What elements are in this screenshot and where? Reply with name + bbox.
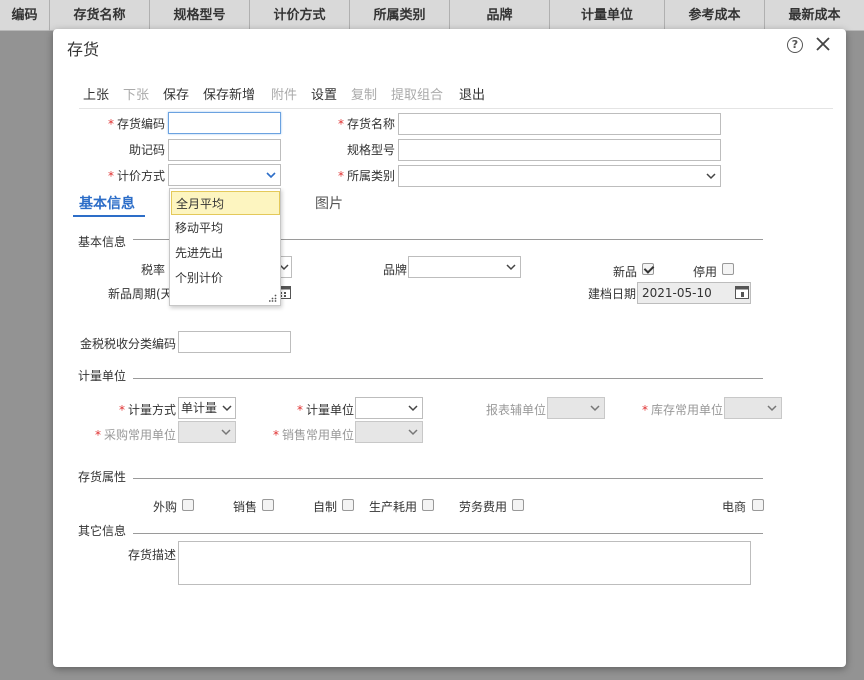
tab-images[interactable]: 图片 [315,193,343,213]
chevron-down-icon [706,173,716,180]
background-grid-header: 编码 存货名称 规格型号 计价方式 所属类别 品牌 计量单位 参考成本 最新成本 [0,0,864,31]
disabled-label: 停用 [692,265,717,279]
close-icon[interactable] [815,36,831,52]
dialog-title: 存货 [67,40,100,59]
calendar-icon[interactable] [734,284,750,300]
attr-self-made-checkbox[interactable] [342,499,354,511]
save-button[interactable]: 保存 [163,84,189,103]
attr-production-label: 生产耗用 [368,500,417,514]
pricing-dropdown-list: 全月平均 移动平均 先进先出 个别计价 [169,188,281,306]
inventory-dialog: 存货 ? 上张 下张 保存 保存新增 附件 设置 复制 提取组合 退出 * 存货编… [53,29,846,667]
copy-button[interactable]: 复制 [351,84,377,103]
code-input[interactable] [168,112,281,134]
attr-ecommerce-checkbox[interactable] [752,499,764,511]
code-label: * 存货编码 [107,117,165,131]
section-attributes-title: 存货属性 [78,470,127,484]
sales-unit-select[interactable] [355,421,423,443]
chevron-down-icon [266,172,276,179]
disabled-checkbox[interactable] [722,263,734,275]
pricing-label: * 计价方式 [107,169,165,183]
grid-col-header[interactable]: 所属类别 [350,0,450,31]
sales-unit-label: * 销售常用单位 [272,428,354,442]
attr-sales-checkbox[interactable] [262,499,274,511]
category-select[interactable] [398,165,721,187]
mnemonic-input[interactable] [168,139,281,161]
attr-labor-label: 劳务费用 [458,500,507,514]
brand-select[interactable] [408,256,521,278]
spec-input[interactable] [398,139,721,161]
section-divider [133,378,763,379]
pricing-option[interactable]: 先进先出 [171,241,280,265]
report-aux-unit-select[interactable] [547,397,605,419]
attr-self-made-label: 自制 [312,500,337,514]
category-label: * 所属类别 [337,169,395,183]
attr-ecommerce-label: 电商 [721,500,746,514]
purchase-unit-select[interactable] [178,421,236,443]
create-date-label: 建档日期 [587,287,636,301]
purchase-unit-label: * 采购常用单位 [94,428,176,442]
tax-code-label: 金税税收分类编码 [79,337,176,351]
grid-col-header[interactable]: 品牌 [450,0,550,31]
attr-purchase-label: 外购 [152,500,177,514]
grid-col-header[interactable]: 存货名称 [50,0,150,31]
stock-unit-label: * 库存常用单位 [641,403,723,417]
attr-labor-checkbox[interactable] [512,499,524,511]
chevron-down-icon [408,429,418,436]
help-circle-icon[interactable]: ? [787,37,803,53]
save-and-new-button[interactable]: 保存新增 [203,84,255,103]
settings-button[interactable]: 设置 [311,84,337,103]
name-input[interactable] [398,113,721,135]
measure-unit-select[interactable] [355,397,423,419]
grid-col-header[interactable]: 计量单位 [550,0,665,31]
tab-basic-info[interactable]: 基本信息 [73,193,145,217]
new-product-checkbox[interactable] [642,263,654,275]
pricing-option[interactable]: 全月平均 [171,191,280,215]
stock-unit-select[interactable] [724,397,782,419]
chevron-down-icon [408,405,418,412]
attr-purchase-checkbox[interactable] [182,499,194,511]
section-basic-info-title: 基本信息 [78,235,127,249]
prev-record-button[interactable]: 上张 [83,84,109,103]
report-aux-unit-label: 报表辅单位 [485,403,546,417]
extract-combination-button[interactable]: 提取组合 [391,84,443,103]
chevron-down-icon [590,405,600,412]
spec-label: 规格型号 [346,143,395,157]
section-divider [133,478,763,479]
brand-label: 品牌 [382,263,407,277]
measure-unit-label: * 计量单位 [296,403,354,417]
pricing-option[interactable]: 个别计价 [171,266,280,290]
grid-col-header[interactable]: 编码 [0,0,50,31]
new-product-label: 新品 [612,265,637,279]
attr-sales-label: 销售 [232,500,257,514]
exit-button[interactable]: 退出 [459,84,485,103]
section-divider [133,533,763,534]
measure-method-value: 单计量 [181,401,218,415]
grid-col-header[interactable]: 规格型号 [150,0,250,31]
chevron-down-icon [506,264,516,271]
name-label: * 存货名称 [337,117,395,131]
pricing-option[interactable]: 移动平均 [171,216,280,240]
section-other-title: 其它信息 [78,524,127,538]
grid-col-header[interactable]: 参考成本 [665,0,765,31]
description-textarea[interactable] [178,541,751,585]
resize-grip-icon[interactable] [269,294,277,302]
section-unit-title: 计量单位 [78,369,127,383]
measure-method-select[interactable]: 单计量 [178,397,236,419]
measure-method-label: * 计量方式 [118,403,176,417]
grid-col-header[interactable]: 计价方式 [250,0,350,31]
chevron-down-icon [222,405,232,412]
pricing-select[interactable] [168,164,281,186]
attr-production-checkbox[interactable] [422,499,434,511]
description-label: 存货描述 [127,548,176,562]
grid-col-header[interactable]: 最新成本 [765,0,864,31]
mnemonic-label: 助记码 [128,143,165,157]
next-record-button[interactable]: 下张 [123,84,149,103]
tax-code-input[interactable] [178,331,291,353]
attachment-button[interactable]: 附件 [271,84,297,103]
chevron-down-icon [221,429,231,436]
chevron-down-icon [767,405,777,412]
toolbar-divider [79,108,833,109]
